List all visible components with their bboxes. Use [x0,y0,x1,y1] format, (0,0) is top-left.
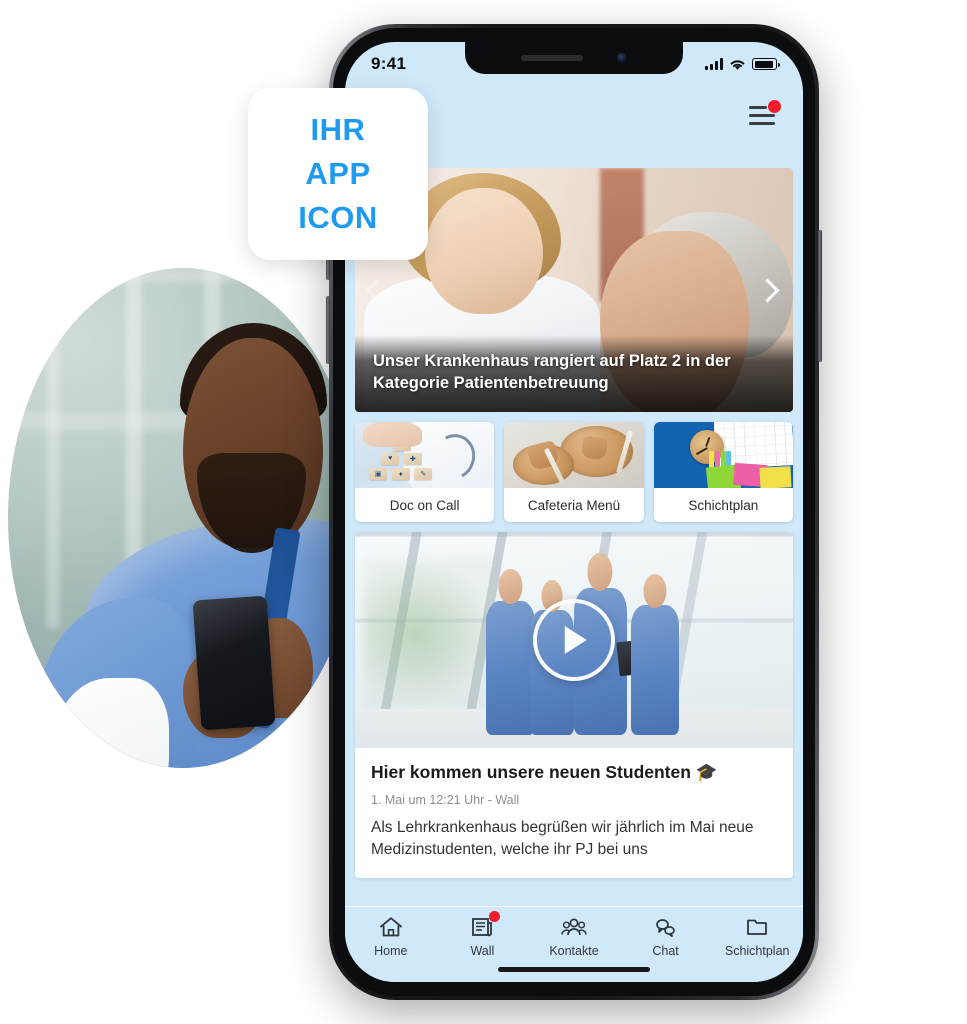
play-button-icon[interactable] [533,599,615,681]
home-indicator[interactable] [498,967,650,972]
power-button[interactable] [818,230,822,362]
tab-chat[interactable]: Chat [620,915,712,958]
carousel-prev-chevron-left-icon[interactable] [365,277,391,303]
post-text: Als Lehrkrankenhaus begrüßen wir jährlic… [371,818,754,859]
tab-kontakte-label: Kontakte [549,944,599,958]
post-body: Hier kommen unsere neuen Studenten 🎓 1. … [355,748,793,878]
post-video-thumbnail[interactable] [355,532,793,748]
tile-schichtplan[interactable]: Schichtplan [653,422,793,522]
newspaper-icon [469,911,501,939]
contacts-people-icon [561,915,587,939]
tile-doc-on-call[interactable]: ✚ ♥ ✚ ▣ ♦ ✎ Doc on Call [355,422,495,522]
app-icon-line-2: APP [305,156,371,191]
menu-notification-badge [768,100,781,113]
side-photo-nurse-with-phone [8,268,358,768]
tab-schichtplan-label: Schichtplan [724,944,790,958]
tab-wall-label: Wall [470,944,495,958]
post-video-trees [363,557,496,710]
post-video-person [630,605,680,736]
tile-cafeteria-menu[interactable]: Cafeteria Menü [504,422,644,522]
hamburger-menu-icon[interactable] [749,100,781,128]
carousel-next-chevron-right-icon[interactable] [755,277,781,303]
tile-doc-on-call-label: Doc on Call [389,497,460,513]
chat-bubbles-icon [653,915,679,939]
volume-down-button[interactable] [326,296,330,364]
tab-wall[interactable]: Wall [437,911,529,958]
tile-cafeteria-menu-label: Cafeteria Menü [527,497,621,513]
phone-notch [465,42,683,74]
hero-caption: Unser Krankenhaus rangiert auf Platz 2 i… [355,335,793,412]
tab-kontakte[interactable]: Kontakte [528,915,620,958]
tab-home-label: Home [374,944,408,958]
status-bar-time: 9:41 [371,54,407,73]
tile-schichtplan-image [653,422,793,488]
wall-post-card: Hier kommen unsere neuen Studenten 🎓 1. … [355,532,793,878]
tab-home[interactable]: Home [345,915,437,958]
battery-icon [752,58,780,70]
front-camera-icon [617,53,627,63]
app-icon-placeholder-card: IHR APP ICON [248,88,428,260]
wifi-icon [729,58,746,71]
photo-smartphone [192,595,275,731]
folder-icon [744,915,770,939]
wall-notification-badge [489,911,501,922]
post-video-person [486,601,535,736]
quick-access-tiles: ✚ ♥ ✚ ▣ ♦ ✎ Doc on Call [355,422,793,522]
hero-nurse-face [425,187,544,315]
app-icon-line-1: IHR [310,112,366,147]
home-icon [378,915,404,939]
tile-cafeteria-menu-image [504,422,644,488]
tab-schichtplan[interactable]: Schichtplan [711,915,803,958]
post-title: Hier kommen unsere neuen Studenten 🎓 [371,762,718,782]
post-meta: 1. Mai um 12:21 Uhr - Wall [371,792,520,807]
tab-chat-label: Chat [652,944,679,958]
status-bar-indicators [705,58,780,71]
tile-schichtplan-label: Schichtplan [688,497,759,513]
app-icon-line-3: ICON [298,200,378,235]
tile-doc-on-call-image: ✚ ♥ ✚ ▣ ♦ ✎ [355,422,495,488]
earpiece-speaker [521,55,583,61]
app-content: Unser Krankenhaus rangiert auf Platz 2 i… [345,168,803,906]
signal-bars-icon [705,58,723,70]
